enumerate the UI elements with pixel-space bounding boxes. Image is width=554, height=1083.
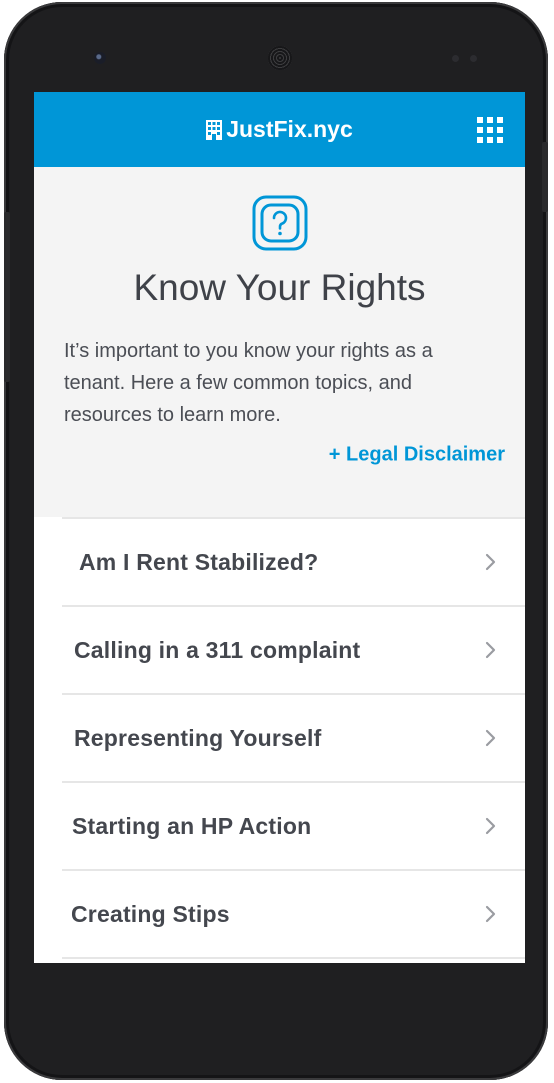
chevron-right-icon: [485, 817, 496, 835]
phone-frame: JustFix.nyc Know Your Rights It’s import…: [4, 2, 548, 1080]
question-icon: [252, 195, 308, 251]
topic-item-hp-action[interactable]: Starting an HP Action: [62, 781, 525, 869]
topic-label: Creating Stips: [71, 900, 230, 927]
topic-item-creating-stips[interactable]: Creating Stips: [62, 869, 525, 959]
chevron-right-icon: [485, 905, 496, 923]
brand-name: JustFix.nyc: [226, 116, 353, 142]
topic-label: Am I Rent Stabilized?: [79, 548, 319, 575]
light-sensor: [470, 55, 477, 62]
app-header: JustFix.nyc: [34, 92, 525, 167]
topic-label: Starting an HP Action: [72, 812, 312, 839]
page-title: Know Your Rights: [133, 267, 426, 308]
earpiece-speaker: [268, 46, 292, 70]
chevron-right-icon: [485, 729, 496, 747]
brand-logo-link[interactable]: JustFix.nyc: [34, 92, 525, 167]
volume-button: [4, 212, 10, 382]
power-button: [542, 142, 548, 212]
topic-item-representing-yourself[interactable]: Representing Yourself: [62, 693, 525, 781]
front-camera: [94, 52, 106, 64]
grid-menu-icon[interactable]: [477, 117, 503, 143]
topic-list: Am I Rent Stabilized? Calling in a 311 c…: [62, 517, 525, 959]
app-screen: JustFix.nyc Know Your Rights It’s import…: [34, 92, 525, 963]
chevron-right-icon: [485, 553, 496, 571]
proximity-sensor: [452, 55, 459, 62]
topic-item-rent-stabilized[interactable]: Am I Rent Stabilized?: [62, 517, 525, 605]
topic-label: Calling in a 311 complaint: [74, 636, 361, 663]
page-description: It’s important to you know your rights a…: [64, 340, 433, 426]
chevron-right-icon: [485, 641, 496, 659]
building-icon: [206, 119, 223, 140]
topic-label: Representing Yourself: [74, 724, 322, 751]
legal-disclaimer-link[interactable]: + Legal Disclaimer: [329, 444, 505, 467]
topic-item-311-complaint[interactable]: Calling in a 311 complaint: [62, 605, 525, 693]
